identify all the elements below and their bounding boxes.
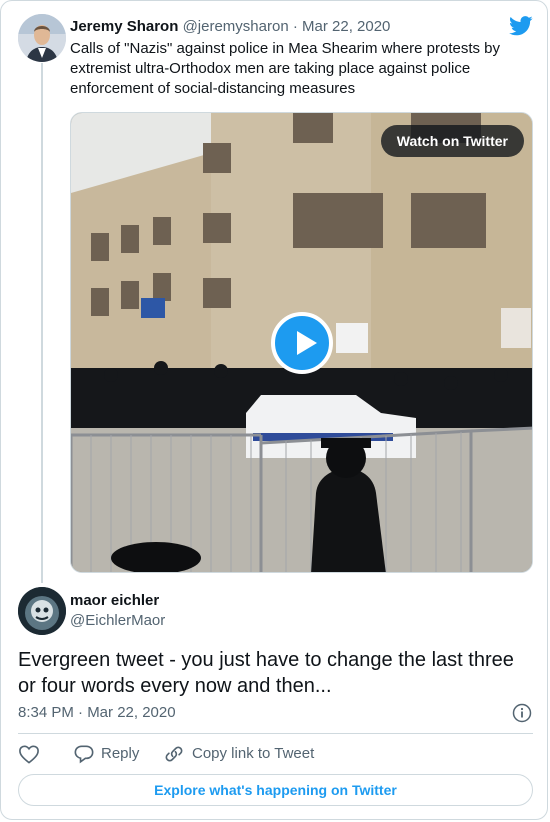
like-button[interactable] (18, 743, 40, 765)
reply-author-name[interactable]: maor eichler (70, 592, 159, 610)
avatar-maor-eichler[interactable] (18, 587, 66, 635)
reply-bubble-icon (74, 745, 94, 764)
parent-tweet-header: Jeremy Sharon @jeremysharon · Mar 22, 20… (70, 18, 390, 36)
actions-divider (18, 733, 533, 734)
header-separator: · (292, 18, 298, 35)
reply-button[interactable]: Reply (73, 743, 153, 765)
video-thumbnail[interactable]: Watch on Twitter (70, 112, 533, 573)
watch-on-twitter-button[interactable]: Watch on Twitter (380, 125, 524, 157)
tweet-date-link[interactable]: Mar 22, 2020 (302, 18, 390, 35)
play-icon[interactable] (271, 312, 333, 374)
reply-tweet-text: Evergreen tweet - you just have to chang… (18, 649, 514, 697)
embedded-tweet-card: Jeremy Sharon @jeremysharon · Mar 22, 20… (0, 0, 548, 820)
explore-twitter-button[interactable]: Explore what's happening on Twitter (18, 774, 533, 806)
twitter-bird-icon[interactable] (509, 15, 533, 37)
avatar-jeremy-sharon[interactable] (18, 14, 66, 62)
parent-tweet-text: Calls of "Nazis" against police in Mea S… (70, 40, 501, 97)
thread-connector-line (41, 63, 43, 583)
copy-link-button[interactable]: Copy link to Tweet (163, 743, 323, 765)
author-handle[interactable]: @jeremysharon (183, 18, 289, 35)
heart-icon (19, 745, 39, 764)
reply-label: Reply (101, 745, 140, 762)
author-name[interactable]: Jeremy Sharon (70, 18, 178, 35)
copy-link-label: Copy link to Tweet (192, 745, 315, 762)
reply-author-handle[interactable]: @EichlerMaor (70, 612, 165, 630)
info-icon[interactable] (512, 703, 532, 723)
link-icon (165, 746, 183, 762)
reply-timestamp-link[interactable]: 8:34 PM · Mar 22, 2020 (18, 704, 176, 722)
